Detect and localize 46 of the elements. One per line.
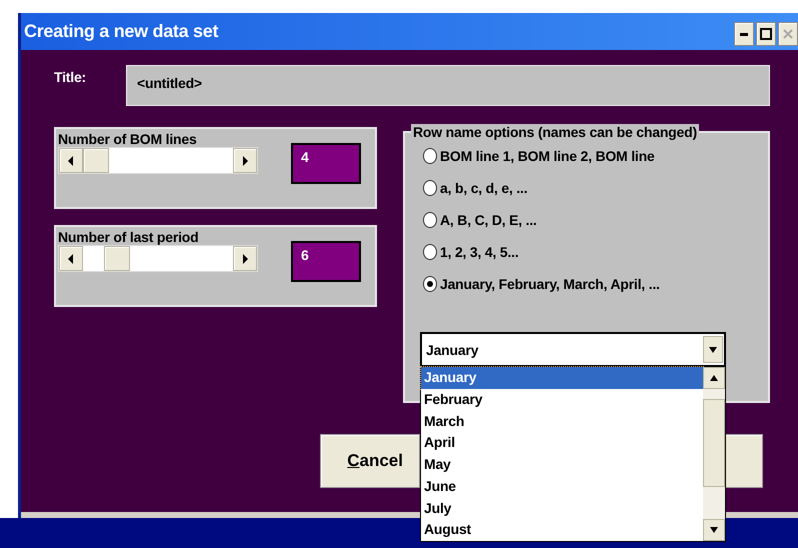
cancel-button[interactable]: Cancel xyxy=(320,434,420,488)
month-combo-box[interactable]: January xyxy=(420,332,726,367)
title-label: Title: xyxy=(54,68,87,85)
radio-label[interactable]: 1, 2, 3, 4, 5... xyxy=(440,244,519,260)
slider-label: Number of last period xyxy=(58,229,198,245)
radio-button[interactable] xyxy=(423,244,437,260)
radio-button[interactable] xyxy=(423,180,437,196)
down-arrow-icon xyxy=(709,344,717,354)
radio-button[interactable] xyxy=(423,148,437,164)
scroll-right-button[interactable] xyxy=(233,246,257,271)
scroll-up-button[interactable] xyxy=(703,367,725,389)
scroll-down-button[interactable] xyxy=(703,519,725,541)
group-legend: Row name options (names can be changed) xyxy=(411,124,699,140)
radio-label[interactable]: January, February, March, April, ... xyxy=(440,276,660,292)
scroll-thumb[interactable] xyxy=(703,399,725,487)
title-field[interactable]: <untitled> xyxy=(126,65,770,106)
scroll-right-button[interactable] xyxy=(233,148,257,173)
window-title: Creating a new data set xyxy=(24,21,218,42)
radio-label[interactable]: BOM line 1, BOM line 2, BOM line xyxy=(440,148,655,164)
slider[interactable] xyxy=(58,147,258,174)
slider-thumb[interactable] xyxy=(83,148,109,173)
scroll-bar[interactable] xyxy=(703,367,725,541)
left-arrow-icon xyxy=(67,254,75,264)
radio-label[interactable]: a, b, c, d, e, ... xyxy=(440,180,528,196)
scroll-left-button[interactable] xyxy=(59,246,83,271)
close-icon xyxy=(783,29,793,39)
radio-label[interactable]: A, B, C, D, E, ... xyxy=(440,212,537,228)
right-arrow-icon xyxy=(241,156,249,166)
left-arrow-icon xyxy=(67,156,75,166)
slider-thumb[interactable] xyxy=(104,246,130,271)
down-arrow-icon xyxy=(710,525,718,535)
dropdown-button[interactable] xyxy=(703,336,723,363)
minimize-icon xyxy=(740,32,748,36)
radio-button[interactable] xyxy=(423,212,437,228)
value-display: 6 xyxy=(291,241,361,282)
slider-label: Number of BOM lines xyxy=(58,131,197,147)
slider[interactable] xyxy=(58,245,258,272)
maximize-button[interactable] xyxy=(756,22,776,46)
up-arrow-icon xyxy=(710,373,718,383)
radio-button[interactable] xyxy=(423,276,437,292)
list-item[interactable]: January xyxy=(421,367,703,389)
maximize-icon xyxy=(760,28,772,40)
value-display: 4 xyxy=(291,143,361,184)
scroll-left-button[interactable] xyxy=(59,148,83,173)
minimize-button[interactable] xyxy=(734,22,754,46)
right-arrow-icon xyxy=(241,254,249,264)
